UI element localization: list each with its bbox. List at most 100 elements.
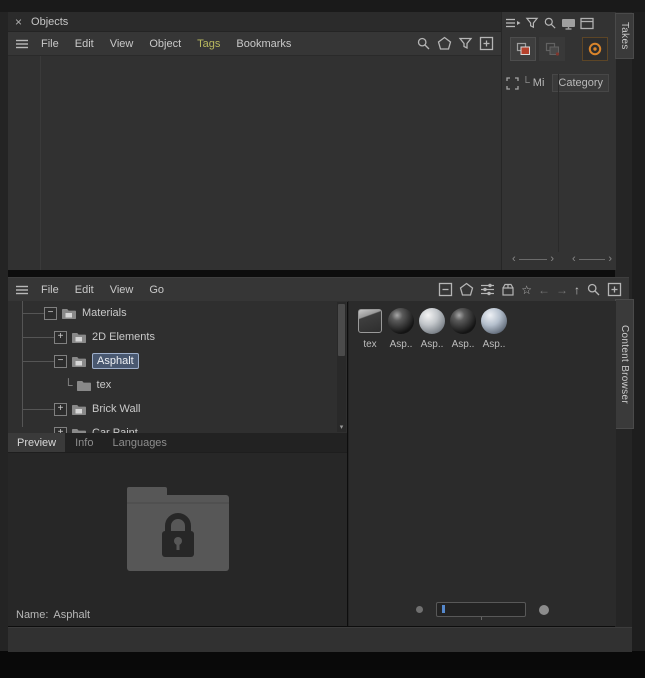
auto-take-icon[interactable] (582, 37, 608, 61)
add-icon[interactable] (607, 282, 622, 297)
slider-thumb[interactable] (442, 605, 445, 613)
objects-menu-bookmarks[interactable]: Bookmarks (228, 38, 299, 50)
preview-panel: Preview Info Languages Name: Asphalt (8, 433, 347, 626)
favorites-icon[interactable]: ☆ (521, 284, 532, 296)
tree-connector (22, 408, 54, 410)
tab-languages[interactable]: Languages (103, 433, 175, 452)
tree-row-car-paint[interactable]: + Car Paint (8, 421, 347, 433)
catalog-icon[interactable] (501, 283, 515, 296)
tree-scrollbar[interactable]: ▾ (337, 302, 346, 432)
scroll-right-icon[interactable]: › (550, 254, 554, 265)
tree-row-2d-elements[interactable]: + 2D Elements (8, 325, 347, 349)
hamburger-menu-icon[interactable] (15, 284, 29, 296)
slider-center-tick (481, 617, 482, 620)
thumbnail-asphalt-2[interactable]: Asp.. (417, 308, 447, 350)
takes-column-divider (558, 74, 559, 252)
thumbnail-label: Asp.. (389, 339, 413, 350)
browser-menu-edit[interactable]: Edit (67, 284, 102, 296)
takes-list-header: └ Mi Category (506, 74, 614, 92)
collapse-expander-icon[interactable]: − (44, 306, 57, 320)
tab-preview[interactable]: Preview (8, 433, 66, 452)
tab-content-browser[interactable]: Content Browser (615, 299, 634, 429)
thumbnail-asphalt-1[interactable]: Asp.. (386, 308, 416, 350)
thumbnail-label: Asp.. (420, 339, 444, 350)
scroll-right-icon[interactable]: › (608, 254, 612, 265)
folder-icon (76, 379, 92, 392)
menu-arrow-icon[interactable] (505, 17, 521, 29)
browser-menu-go[interactable]: Go (141, 284, 172, 296)
tree-row-materials[interactable]: − Materials (8, 301, 347, 325)
browser-menu-view[interactable]: View (102, 284, 142, 296)
close-icon[interactable]: × (15, 15, 22, 29)
thumbnail-size-slider[interactable] (436, 602, 526, 620)
zoom-in-dot-icon[interactable] (539, 604, 549, 615)
collapse-icon[interactable] (438, 282, 453, 297)
takes-category-column[interactable]: Category (552, 74, 610, 92)
tree-connector (22, 360, 54, 362)
filter-icon[interactable] (525, 16, 539, 30)
objects-panel: × Objects File Edit View Object Tags Boo… (8, 12, 501, 270)
window-top-edge (0, 0, 645, 12)
name-label: Name: (16, 609, 49, 621)
objects-menu-tags[interactable]: Tags (189, 38, 228, 50)
takes-hscrollbar-right[interactable]: ‹ › (572, 254, 612, 265)
tab-info[interactable]: Info (66, 433, 102, 452)
tree-label-tex[interactable]: tex (97, 379, 112, 391)
name-value: Asphalt (53, 609, 91, 621)
tree-row-asphalt[interactable]: − Asphalt (8, 349, 347, 373)
thumbnails-panel[interactable]: tex Asp.. Asp.. Asp.. Asp.. (348, 301, 616, 626)
thumbnail-label: Asp.. (451, 339, 475, 350)
thumbnail-asphalt-4[interactable]: Asp.. (479, 308, 509, 350)
scroll-down-icon[interactable]: ▾ (337, 423, 346, 432)
search-icon[interactable] (416, 36, 431, 51)
collapse-expander-icon[interactable]: + (54, 402, 67, 416)
add-icon[interactable] (479, 36, 494, 51)
takes-panel: └ Mi Category ‹ › ‹ › (501, 12, 616, 270)
hamburger-menu-icon[interactable] (15, 38, 29, 50)
collapse-expander-icon[interactable]: + (54, 330, 67, 344)
tab-takes[interactable]: Takes (615, 13, 634, 59)
browser-menu-file[interactable]: File (33, 284, 67, 296)
display-icon[interactable] (561, 17, 576, 30)
scroll-left-icon[interactable]: ‹ (572, 254, 576, 265)
take-disabled-icon[interactable] (539, 37, 565, 61)
thumbnail-asphalt-3[interactable]: Asp.. (448, 308, 478, 350)
preview-name-row: Name: Asphalt (16, 609, 90, 621)
material-sphere-icon (450, 308, 476, 334)
objects-list-area[interactable] (8, 56, 501, 270)
collapse-expander-icon[interactable]: − (54, 354, 67, 368)
up-icon[interactable]: ↑ (574, 284, 580, 296)
browser-toolbar: ☆ ← → ↑ (438, 282, 622, 297)
scroll-left-icon[interactable]: ‹ (512, 254, 516, 265)
tree-row-tex[interactable]: └ tex (8, 373, 347, 397)
objects-menu-edit[interactable]: Edit (67, 38, 102, 50)
search-icon[interactable] (543, 16, 557, 30)
objects-menu-view[interactable]: View (102, 38, 142, 50)
take-icon[interactable] (510, 37, 536, 61)
filter-icon[interactable] (458, 36, 473, 51)
objects-menu-file[interactable]: File (33, 38, 67, 50)
takes-main-column[interactable]: Mi (533, 77, 545, 89)
back-icon[interactable]: ← (538, 284, 550, 296)
layout-icon[interactable] (580, 17, 594, 30)
takes-hscrollbar-left[interactable]: ‹ › (512, 254, 554, 265)
search-icon[interactable] (586, 282, 601, 297)
tree-label-asphalt-selected[interactable]: Asphalt (92, 353, 139, 369)
settings-sliders-icon[interactable] (480, 283, 495, 296)
window-left-edge (0, 12, 8, 651)
tree-label-brick-wall[interactable]: Brick Wall (92, 403, 140, 415)
scrollbar-thumb[interactable] (338, 304, 345, 356)
scrollbar-track[interactable] (578, 259, 606, 260)
tree-label-2d-elements[interactable]: 2D Elements (92, 331, 155, 343)
zoom-out-dot-icon[interactable] (416, 606, 423, 613)
home-icon[interactable] (459, 282, 474, 297)
scrollbar-track[interactable] (518, 259, 548, 260)
tree-label-materials[interactable]: Materials (82, 307, 127, 319)
thumbnail-tex[interactable]: tex (355, 308, 385, 350)
home-icon[interactable] (437, 36, 452, 51)
desktop-background (0, 651, 645, 678)
tree-row-brick-wall[interactable]: + Brick Wall (8, 397, 347, 421)
objects-menu-object[interactable]: Object (141, 38, 189, 50)
forward-icon[interactable]: → (556, 284, 568, 296)
expand-all-icon[interactable] (506, 76, 519, 90)
